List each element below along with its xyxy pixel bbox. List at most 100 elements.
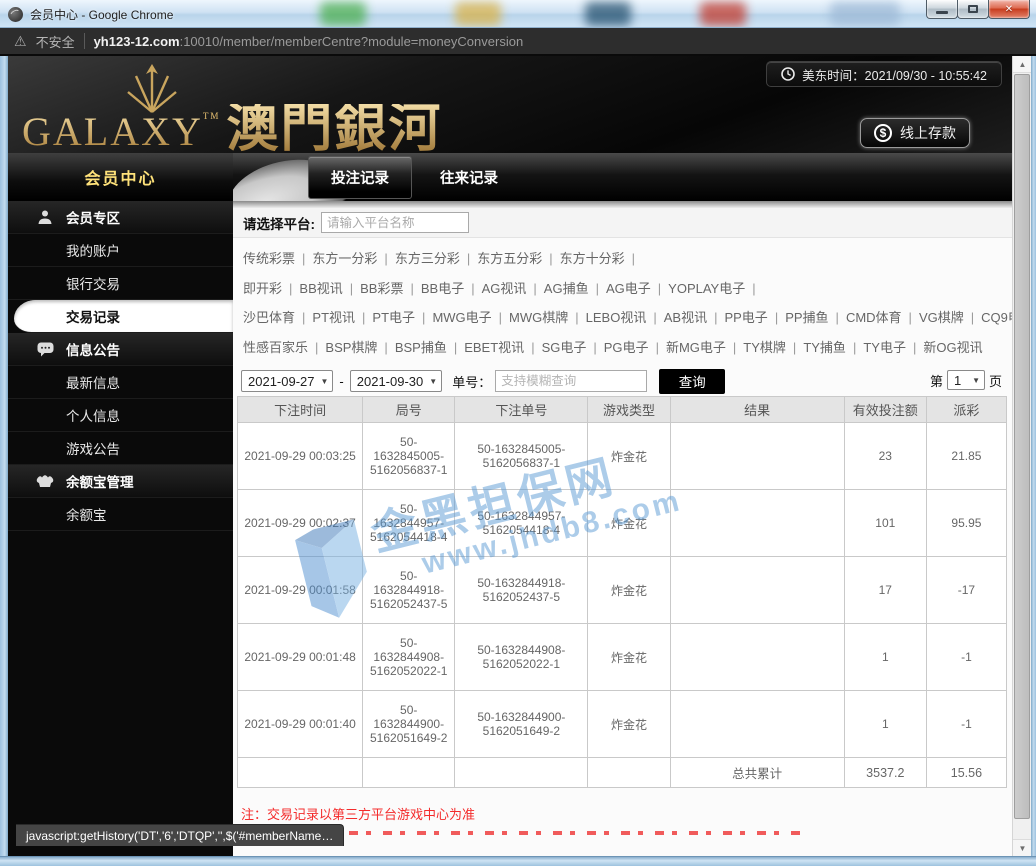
platform-link-TY棋牌[interactable]: TY棋牌 [743,340,786,355]
total-payout: 15.56 [926,758,1006,788]
platform-link-新MG电子[interactable]: 新MG电子 [666,340,726,355]
sidebar-section-会员专区[interactable]: 会员专区 [8,201,233,234]
date-from-select[interactable]: 2021-09-27 ▼ [241,370,333,392]
platform-link-VG棋牌[interactable]: VG棋牌 [919,310,964,325]
scrollbar-thumb[interactable] [1014,74,1030,819]
cell-payout: -1 [926,691,1006,758]
site-header: GALAXYTM MACAU 澳門銀河 美东时间：2021/09/30 - 10… [8,56,1012,153]
sidebar-item-银行交易[interactable]: 银行交易 [8,267,233,300]
glass-reflection [455,2,501,26]
maximize-button[interactable] [957,0,989,19]
platform-link-PT电子[interactable]: PT电子 [372,310,415,325]
platform-link-AB视讯[interactable]: AB视讯 [664,310,707,325]
address-divider [84,33,85,49]
platform-link-AG捕鱼[interactable]: AG捕鱼 [544,281,589,296]
member-center-title: 会员中心 [8,153,233,201]
scroll-up-arrow-icon[interactable]: ▲ [1013,56,1032,73]
cell-payout: -1 [926,624,1006,691]
page-selector: 第 1 ▼ 页 [930,370,1002,390]
glass-reflection [700,2,746,26]
sidebar-item-我的账户[interactable]: 我的账户 [8,234,233,267]
platform-link-BB电子[interactable]: BB电子 [421,281,464,296]
column-header-派彩: 派彩 [926,397,1006,423]
search-button[interactable]: 查询 [659,369,725,394]
platform-link-BSP捕鱼[interactable]: BSP捕鱼 [395,340,447,355]
platform-separator: | [853,340,856,355]
sidebar-section-余额宝管理[interactable]: 余额宝管理 [8,465,233,498]
page-number-select[interactable]: 1 ▼ [947,370,985,390]
empty-cell [455,758,588,788]
platform-link-即开彩[interactable]: 即开彩 [243,281,282,296]
url-path: :10010/member/memberCentre?module=moneyC… [180,34,524,49]
order-number-input[interactable] [495,370,647,392]
platform-link-PP电子[interactable]: PP电子 [724,310,767,325]
platform-link-PP捕鱼[interactable]: PP捕鱼 [785,310,828,325]
filter-row: 2021-09-27 ▼ - 2021-09-30 ▼ 单号： 查询 第 1 ▼ [233,366,1012,396]
platform-separator: | [531,340,534,355]
cell-result [670,557,844,624]
platform-separator: | [289,281,292,296]
platform-link-TY电子[interactable]: TY电子 [863,340,906,355]
platform-link-PT视讯[interactable]: PT视讯 [312,310,355,325]
platform-link-MWG棋牌[interactable]: MWG棋牌 [509,310,568,325]
platform-link-EBET视讯[interactable]: EBET视讯 [464,340,524,355]
table-row: 2021-09-29 00:02:3750-1632844957-5162054… [238,490,1007,557]
platform-link-PG电子[interactable]: PG电子 [604,340,649,355]
platform-separator: | [632,251,635,266]
platform-separator: | [454,340,457,355]
platform-search-input[interactable] [321,212,469,233]
status-bar-link-preview: javascript:getHistory('DT','6','DTQP',''… [16,824,344,846]
url-text[interactable]: yh123-12.com:10010/member/memberCentre?m… [94,34,524,49]
platform-link-沙巴体育[interactable]: 沙巴体育 [243,310,295,325]
platform-link-性感百家乐[interactable]: 性感百家乐 [243,340,308,355]
platform-link-LEBO视讯[interactable]: LEBO视讯 [586,310,647,325]
platform-link-SG电子[interactable]: SG电子 [542,340,587,355]
platform-link-BSP棋牌[interactable]: BSP棋牌 [325,340,377,355]
sidebar-item-余额宝[interactable]: 余额宝 [8,498,233,531]
vertical-scrollbar[interactable]: ▲ ▼ [1012,56,1031,856]
platform-link-AG视讯[interactable]: AG视讯 [482,281,527,296]
table-row: 2021-09-29 00:01:4050-1632844900-5162051… [238,691,1007,758]
cell-valid_bet: 17 [844,557,926,624]
tab-inactive[interactable]: 往来记录 [418,157,520,198]
platform-link-东方一分彩[interactable]: 东方一分彩 [312,251,377,266]
platform-separator: | [467,251,470,266]
warning-icon[interactable]: ⚠ [14,34,27,48]
date-to-select[interactable]: 2021-09-30 ▼ [350,370,442,392]
platform-picker-label: 请选择平台: [243,213,315,233]
platform-link-AG电子[interactable]: AG电子 [606,281,651,296]
platform-link-BB彩票[interactable]: BB彩票 [360,281,403,296]
scroll-down-arrow-icon[interactable]: ▼ [1013,839,1032,856]
maximize-icon [968,5,978,13]
cell-time: 2021-09-29 00:02:37 [238,490,363,557]
date-from-value: 2021-09-27 [248,374,315,389]
platform-link-东方五分彩[interactable]: 东方五分彩 [477,251,542,266]
sidebar-item-交易记录[interactable]: 交易记录 [14,300,233,333]
online-deposit-button[interactable]: $ 线上存款 [860,118,970,148]
platform-link-传统彩票[interactable]: 传统彩票 [243,251,295,266]
platform-link-CMD体育[interactable]: CMD体育 [846,310,902,325]
platform-link-YOPLAY电子[interactable]: YOPLAY电子 [668,281,745,296]
sidebar-item-个人信息[interactable]: 个人信息 [8,399,233,432]
platform-link-东方三分彩[interactable]: 东方三分彩 [395,251,460,266]
platform-link-MWG电子[interactable]: MWG电子 [432,310,491,325]
cell-payout: 95.95 [926,490,1006,557]
platform-link-BB视讯[interactable]: BB视讯 [299,281,342,296]
platform-separator: | [302,310,305,325]
cell-game: 炸金花 [588,691,670,758]
sidebar-item-游戏公告[interactable]: 游戏公告 [8,432,233,465]
title-bar: 会员中心 - Google Chrome ✕ [0,0,1036,28]
address-bar[interactable]: ⚠ 不安全 yh123-12.com:10010/member/memberCe… [0,28,1036,56]
minimize-button[interactable] [926,0,958,19]
close-button[interactable]: ✕ [988,0,1030,19]
platform-link-新OG视讯[interactable]: 新OG视讯 [923,340,982,355]
not-secure-label[interactable]: 不安全 [36,32,75,51]
column-header-下注时间: 下注时间 [238,397,363,423]
platform-link-TY捕鱼[interactable]: TY捕鱼 [803,340,846,355]
platform-separator: | [658,281,661,296]
sidebar-section-信息公告[interactable]: 信息公告 [8,333,233,366]
sidebar-item-最新信息[interactable]: 最新信息 [8,366,233,399]
tab-active[interactable]: 投注记录 [308,156,412,199]
platform-link-东方十分彩[interactable]: 东方十分彩 [560,251,625,266]
platform-link-CQ9电子[interactable]: CQ9电子 [981,310,1012,325]
